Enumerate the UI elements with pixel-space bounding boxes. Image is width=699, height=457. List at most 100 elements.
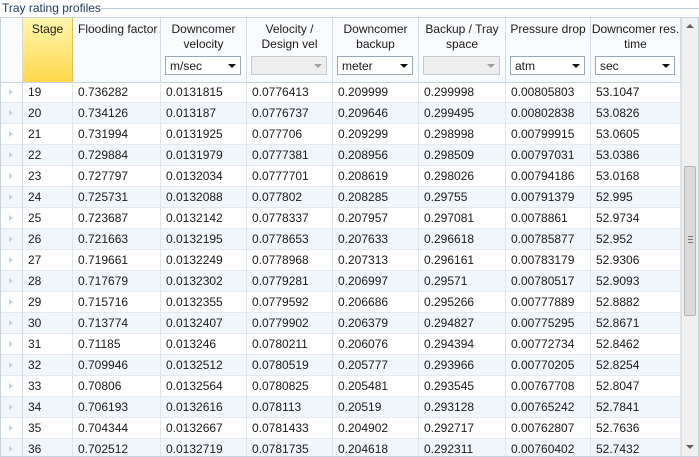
cell-stage[interactable]: 32 [23, 355, 73, 376]
cell-stage[interactable]: 25 [23, 208, 73, 229]
cell-flooding-factor[interactable]: 0.721663 [73, 229, 161, 250]
cell-downcomer-backup[interactable]: 0.205481 [333, 376, 419, 397]
cell-pressure-drop[interactable]: 0.00767708 [506, 376, 591, 397]
table-row[interactable]: 33 0.70806 0.0132564 0.0780825 0.205481 0.293… [1, 376, 681, 397]
column-header-downcomer-res-time[interactable]: Downcomer res. time sec [591, 18, 681, 82]
cell-flooding-factor[interactable]: 0.706193 [73, 397, 161, 418]
cell-stage[interactable]: 24 [23, 187, 73, 208]
cell-velocity-design[interactable]: 0.0777701 [247, 166, 333, 187]
unit-select-pressure-drop[interactable]: atm [510, 56, 585, 75]
cell-downcomer-backup[interactable]: 0.206076 [333, 334, 419, 355]
cell-downcomer-velocity[interactable]: 0.0132667 [161, 418, 247, 439]
table-row[interactable]: 36 0.702512 0.0132719 0.0781735 0.204618 0.29… [1, 439, 681, 456]
cell-velocity-design[interactable]: 0.0778337 [247, 208, 333, 229]
table-row[interactable]: 27 0.719661 0.0132249 0.0778968 0.207313 0.29… [1, 250, 681, 271]
row-selector[interactable] [1, 145, 23, 166]
scroll-down-button[interactable] [682, 439, 698, 456]
table-row[interactable]: 35 0.704344 0.0132667 0.0781433 0.204902 0.29… [1, 418, 681, 439]
cell-downcomer-velocity[interactable]: 0.013187 [161, 103, 247, 124]
cell-pressure-drop[interactable]: 0.00805803 [506, 82, 591, 103]
cell-downcomer-velocity[interactable]: 0.0132407 [161, 313, 247, 334]
cell-downcomer-velocity[interactable]: 0.0132302 [161, 271, 247, 292]
tray-rating-grid[interactable]: Stage Flooding factor Downcomer velocity… [0, 17, 699, 457]
cell-backup-tray-space[interactable]: 0.296161 [419, 250, 506, 271]
cell-flooding-factor[interactable]: 0.70806 [73, 376, 161, 397]
cell-flooding-factor[interactable]: 0.717679 [73, 271, 161, 292]
cell-flooding-factor[interactable]: 0.709946 [73, 355, 161, 376]
scrollbar-thumb[interactable] [684, 166, 696, 316]
table-row[interactable]: 22 0.729884 0.0131979 0.0777381 0.208956 0.29… [1, 145, 681, 166]
cell-stage[interactable]: 26 [23, 229, 73, 250]
table-row[interactable]: 23 0.727797 0.0132034 0.0777701 0.208619 0.29… [1, 166, 681, 187]
cell-downcomer-res-time[interactable]: 52.7432 [591, 439, 681, 456]
cell-downcomer-velocity[interactable]: 0.0132616 [161, 397, 247, 418]
cell-downcomer-velocity[interactable]: 0.013246 [161, 334, 247, 355]
row-selector[interactable] [1, 292, 23, 313]
cell-flooding-factor[interactable]: 0.715716 [73, 292, 161, 313]
cell-stage[interactable]: 31 [23, 334, 73, 355]
cell-backup-tray-space[interactable]: 0.292311 [419, 439, 506, 456]
cell-velocity-design[interactable]: 0.0780211 [247, 334, 333, 355]
cell-velocity-design[interactable]: 0.0776737 [247, 103, 333, 124]
cell-backup-tray-space[interactable]: 0.298998 [419, 124, 506, 145]
cell-pressure-drop[interactable]: 0.00791379 [506, 187, 591, 208]
cell-downcomer-velocity[interactable]: 0.0132088 [161, 187, 247, 208]
cell-backup-tray-space[interactable]: 0.299495 [419, 103, 506, 124]
cell-downcomer-res-time[interactable]: 52.9734 [591, 208, 681, 229]
cell-downcomer-velocity[interactable]: 0.0131925 [161, 124, 247, 145]
row-selector[interactable] [1, 82, 23, 103]
cell-backup-tray-space[interactable]: 0.292717 [419, 418, 506, 439]
row-selector[interactable] [1, 103, 23, 124]
cell-downcomer-velocity[interactable]: 0.0132719 [161, 439, 247, 456]
cell-downcomer-backup[interactable]: 0.206997 [333, 271, 419, 292]
column-header-downcomer-velocity[interactable]: Downcomer velocity m/sec [161, 18, 247, 82]
row-selector[interactable] [1, 397, 23, 418]
table-row[interactable]: 26 0.721663 0.0132195 0.0778653 0.207633 0.29… [1, 229, 681, 250]
cell-backup-tray-space[interactable]: 0.299998 [419, 82, 506, 103]
cell-stage[interactable]: 21 [23, 124, 73, 145]
cell-backup-tray-space[interactable]: 0.294394 [419, 334, 506, 355]
row-selector[interactable] [1, 166, 23, 187]
cell-velocity-design[interactable]: 0.0780519 [247, 355, 333, 376]
cell-flooding-factor[interactable]: 0.734126 [73, 103, 161, 124]
cell-pressure-drop[interactable]: 0.0078861 [506, 208, 591, 229]
cell-downcomer-res-time[interactable]: 52.9093 [591, 271, 681, 292]
cell-velocity-design[interactable]: 0.0779592 [247, 292, 333, 313]
row-selector[interactable] [1, 229, 23, 250]
cell-downcomer-backup[interactable]: 0.206686 [333, 292, 419, 313]
cell-downcomer-res-time[interactable]: 53.0168 [591, 166, 681, 187]
cell-velocity-design[interactable]: 0.0781735 [247, 439, 333, 456]
cell-flooding-factor[interactable]: 0.736282 [73, 82, 161, 103]
cell-downcomer-res-time[interactable]: 52.995 [591, 187, 681, 208]
cell-backup-tray-space[interactable]: 0.293966 [419, 355, 506, 376]
cell-downcomer-backup[interactable]: 0.207957 [333, 208, 419, 229]
cell-pressure-drop[interactable]: 0.00770205 [506, 355, 591, 376]
cell-flooding-factor[interactable]: 0.729884 [73, 145, 161, 166]
cell-velocity-design[interactable]: 0.0781433 [247, 418, 333, 439]
cell-pressure-drop[interactable]: 0.00762807 [506, 418, 591, 439]
cell-flooding-factor[interactable]: 0.713774 [73, 313, 161, 334]
cell-downcomer-res-time[interactable]: 52.952 [591, 229, 681, 250]
row-selector[interactable] [1, 250, 23, 271]
cell-stage[interactable]: 27 [23, 250, 73, 271]
cell-pressure-drop[interactable]: 0.00783179 [506, 250, 591, 271]
table-row[interactable]: 31 0.71185 0.013246 0.0780211 0.206076 0.2943… [1, 334, 681, 355]
cell-downcomer-res-time[interactable]: 52.8462 [591, 334, 681, 355]
cell-pressure-drop[interactable]: 0.00802838 [506, 103, 591, 124]
unit-select-downcomer-velocity[interactable]: m/sec [165, 56, 241, 75]
cell-downcomer-velocity[interactable]: 0.0132195 [161, 229, 247, 250]
cell-velocity-design[interactable]: 0.077706 [247, 124, 333, 145]
cell-flooding-factor[interactable]: 0.725731 [73, 187, 161, 208]
table-row[interactable]: 30 0.713774 0.0132407 0.0779902 0.206379 0.29… [1, 313, 681, 334]
row-selector[interactable] [1, 187, 23, 208]
column-header-backup-tray-space[interactable]: Backup / Tray space [419, 18, 506, 82]
cell-downcomer-backup[interactable]: 0.208956 [333, 145, 419, 166]
cell-stage[interactable]: 20 [23, 103, 73, 124]
row-selector-header[interactable] [1, 18, 23, 82]
cell-downcomer-velocity[interactable]: 0.0132355 [161, 292, 247, 313]
cell-backup-tray-space[interactable]: 0.298026 [419, 166, 506, 187]
row-selector[interactable] [1, 355, 23, 376]
cell-downcomer-res-time[interactable]: 53.0605 [591, 124, 681, 145]
cell-backup-tray-space[interactable]: 0.295266 [419, 292, 506, 313]
table-row[interactable]: 28 0.717679 0.0132302 0.0779281 0.206997 0.29… [1, 271, 681, 292]
